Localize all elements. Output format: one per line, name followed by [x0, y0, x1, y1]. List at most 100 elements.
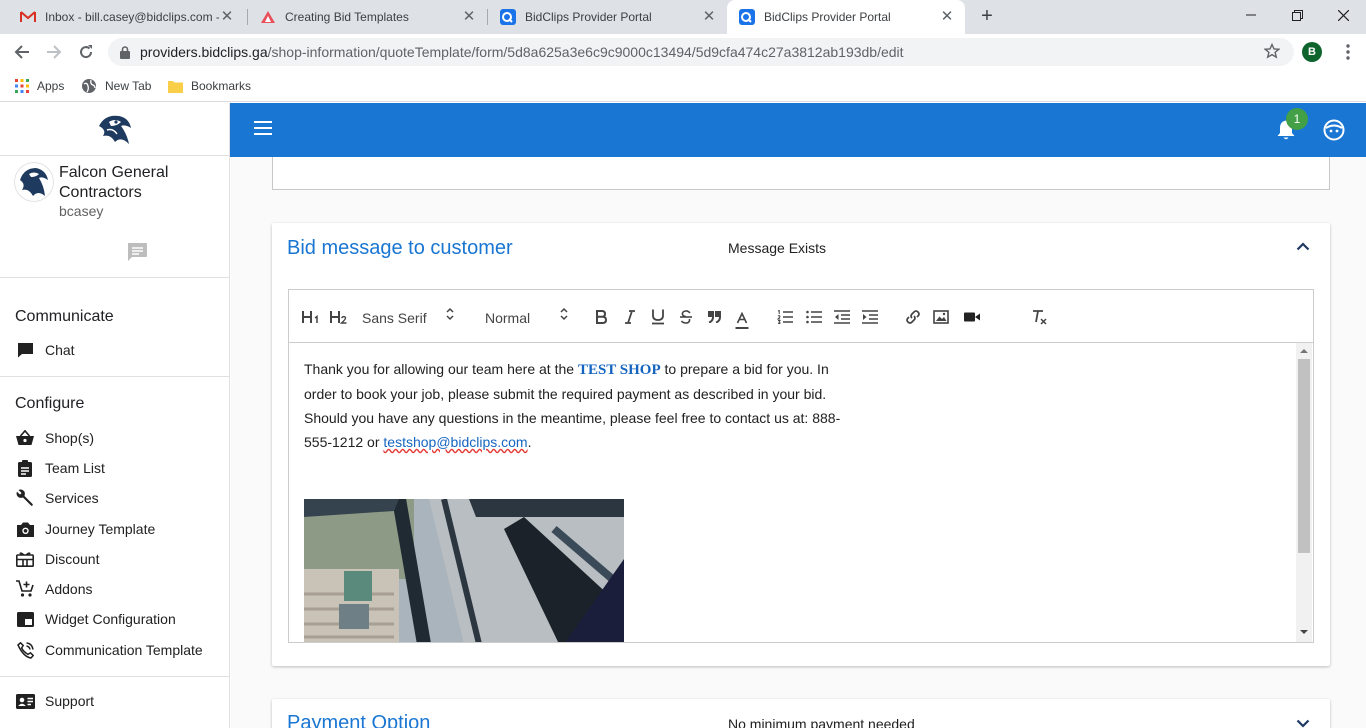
card-title[interactable]: Payment Option	[287, 712, 430, 728]
sidebar-item-support[interactable]: Support	[15, 689, 94, 713]
bid-message-text: Thank you for allowing our team here at …	[304, 357, 864, 454]
more-menu-icon[interactable]	[1338, 42, 1358, 62]
scroll-down-icon[interactable]	[1300, 628, 1308, 636]
widget-icon	[15, 611, 35, 627]
video-button[interactable]	[964, 307, 980, 327]
bookmark-apps[interactable]: Apps	[15, 76, 64, 96]
italic-button[interactable]	[624, 307, 636, 327]
profile-avatar[interactable]: B	[1302, 42, 1322, 62]
size-select[interactable]: Normal	[485, 307, 571, 326]
link-button[interactable]	[905, 307, 921, 327]
sidebar-item-addons[interactable]: Addons	[15, 577, 92, 601]
restore-button[interactable]	[1274, 0, 1320, 30]
heading1-button[interactable]	[302, 307, 320, 327]
sidebar-item-discount[interactable]: Discount	[15, 547, 99, 571]
bookmark-new-tab[interactable]: New Tab	[81, 76, 151, 96]
bookmark-label: Apps	[37, 79, 65, 93]
scroll-up-icon[interactable]	[1300, 347, 1308, 355]
bold-button[interactable]	[595, 307, 607, 327]
avatar[interactable]	[14, 162, 54, 202]
tab-bidclips-portal[interactable]: BidClips Provider Portal ✕	[488, 0, 727, 34]
font-select[interactable]: Sans Serif	[362, 307, 459, 326]
email-link[interactable]: testshop@bidclips.com	[383, 434, 527, 450]
new-tab-button[interactable]: +	[975, 6, 999, 28]
underline-button[interactable]	[651, 307, 665, 327]
tab-creating-bid-templates[interactable]: Creating Bid Templates ✕	[248, 0, 487, 34]
close-icon[interactable]: ✕	[219, 9, 235, 25]
bookmark-label: New Tab	[105, 79, 152, 93]
reload-button[interactable]	[74, 40, 98, 64]
forward-button[interactable]	[42, 40, 66, 64]
heading2-button[interactable]	[330, 307, 348, 327]
window-close-button[interactable]	[1320, 0, 1366, 30]
chevron-up-icon[interactable]	[1296, 241, 1310, 251]
chat-icon	[15, 342, 35, 358]
phone-icon	[15, 641, 35, 659]
editor-toolbar: Sans Serif Normal	[289, 290, 1313, 343]
editor-content[interactable]: Thank you for allowing our team here at …	[289, 343, 1313, 642]
indent-button[interactable]	[862, 307, 878, 327]
card-title[interactable]: Bid message to customer	[287, 237, 513, 260]
browser-tab-strip: Inbox - bill.casey@bidclips.com - ✕ Crea…	[0, 0, 1366, 34]
sidebar-item-communication-template[interactable]: Communication Template	[15, 638, 203, 662]
heading1-icon	[302, 311, 318, 323]
bookmark-star-icon[interactable]	[1263, 42, 1281, 62]
bookmark-folder[interactable]: Bookmarks	[168, 76, 251, 96]
bullet-list-button[interactable]	[806, 307, 822, 327]
font-select-value: Sans Serif	[362, 310, 427, 326]
outdent-button[interactable]	[834, 307, 850, 327]
embedded-photo[interactable]	[304, 499, 624, 642]
username: bcasey	[59, 203, 104, 219]
chevron-down-icon[interactable]	[1296, 719, 1310, 728]
sidebar-item-shops[interactable]: Shop(s)	[15, 426, 94, 450]
image-button[interactable]	[933, 307, 949, 327]
sidebar-item-label: Communication Template	[45, 642, 203, 658]
section-title-communicate: Communicate	[15, 308, 114, 325]
camera-icon	[15, 522, 35, 537]
back-button[interactable]	[10, 40, 34, 64]
gift-icon	[15, 551, 35, 567]
sidebar-item-services[interactable]: Services	[15, 486, 99, 510]
payment-option-card: Payment Option No minimum payment needed	[272, 699, 1330, 728]
clear-format-button[interactable]	[1032, 307, 1048, 327]
bullet-list-icon	[806, 310, 822, 324]
notification-badge: 1	[1286, 108, 1308, 130]
bookmarks-bar: Apps New Tab Bookmarks	[0, 70, 1366, 102]
strike-button[interactable]	[679, 307, 693, 327]
sidebar-item-label: Discount	[45, 551, 100, 567]
sidebar-item-journey-template[interactable]: Journey Template	[15, 517, 155, 541]
message-text-part: Thank you for allowing our team here at …	[304, 361, 578, 377]
tab-bidclips-portal-active[interactable]: BidClips Provider Portal ✕	[727, 0, 965, 34]
menu-icon[interactable]	[254, 121, 272, 135]
sidebar-item-label: Journey Template	[45, 521, 156, 537]
scrollbar-thumb[interactable]	[1298, 359, 1310, 553]
sidebar-item-widget-configuration[interactable]: Widget Configuration	[15, 607, 176, 631]
tab-title: BidClips Provider Portal	[525, 10, 652, 24]
text-color-button[interactable]	[735, 311, 749, 331]
globe-icon	[81, 78, 97, 94]
account-icon[interactable]	[1323, 119, 1345, 141]
sidebar-item-team-list[interactable]: Team List	[15, 456, 105, 480]
message-icon[interactable]	[126, 242, 148, 262]
editor-scrollbar[interactable]	[1296, 343, 1312, 642]
sidebar-item-chat[interactable]: Chat	[15, 338, 75, 362]
close-icon[interactable]: ✕	[701, 9, 717, 25]
minimize-button[interactable]	[1228, 0, 1274, 30]
size-select-value: Normal	[485, 310, 531, 326]
folder-icon	[168, 80, 183, 93]
section-title-configure: Configure	[15, 395, 85, 412]
blockquote-button[interactable]	[707, 307, 721, 327]
close-icon	[1337, 9, 1349, 21]
ordered-list-button[interactable]	[777, 307, 793, 327]
close-icon[interactable]: ✕	[461, 9, 477, 25]
close-icon[interactable]: ✕	[939, 9, 955, 25]
arrow-right-icon	[47, 45, 62, 59]
divider	[0, 676, 230, 677]
document-icon	[260, 9, 276, 25]
rich-text-editor: Sans Serif Normal Thank you for allowing…	[288, 289, 1314, 643]
address-bar[interactable]: providers.bidclips.ga/shop-information/q…	[108, 38, 1294, 66]
arrow-left-icon	[14, 45, 29, 59]
falcon-logo-icon[interactable]	[95, 112, 135, 146]
gmail-icon	[20, 9, 36, 25]
tab-gmail-inbox[interactable]: Inbox - bill.casey@bidclips.com - ✕	[8, 0, 245, 34]
